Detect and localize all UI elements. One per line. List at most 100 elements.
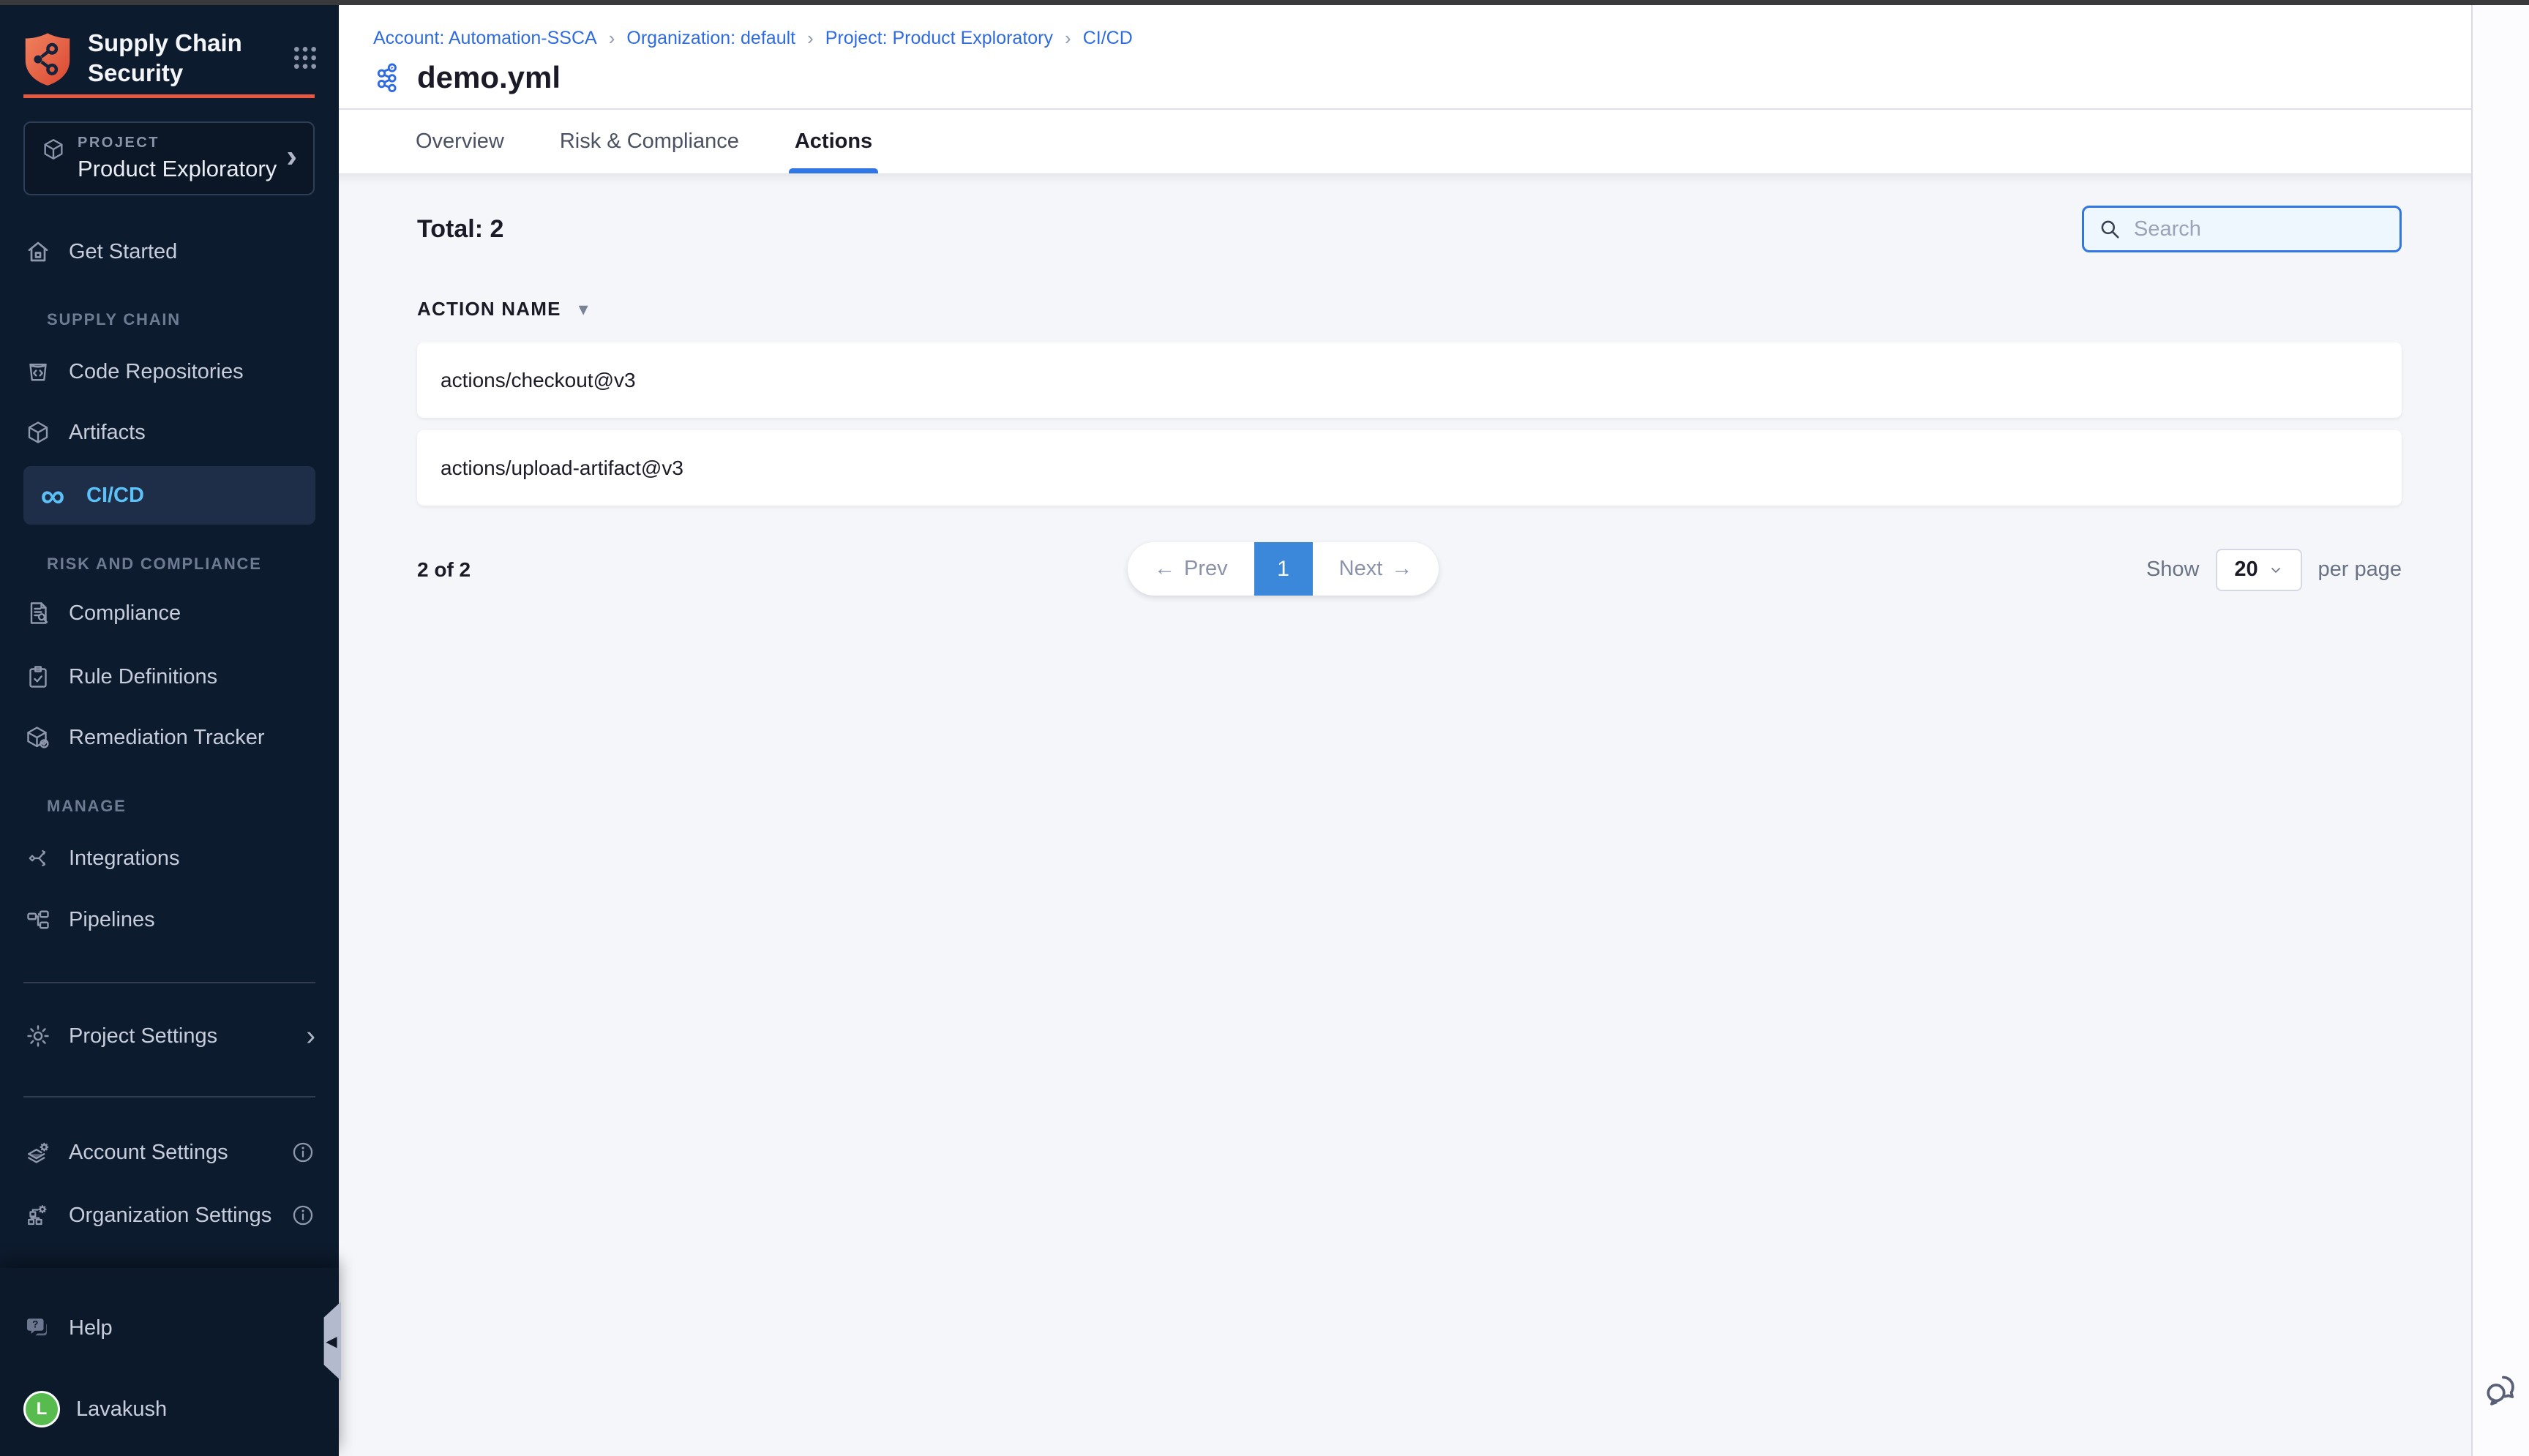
clipboard-check-icon xyxy=(23,662,53,691)
cube-check-icon xyxy=(23,723,53,752)
sidebar-item-rule-definitions[interactable]: Rule Definitions xyxy=(23,659,315,694)
layers-gear-icon xyxy=(23,1138,53,1167)
sidebar-item-label: Integrations xyxy=(69,847,180,871)
user-name: Lavakush xyxy=(76,1397,167,1422)
project-selector-text: PROJECT Product Exploratory xyxy=(78,135,286,182)
project-label: PROJECT xyxy=(78,135,286,151)
page-size-select[interactable]: 20 xyxy=(2216,549,2302,591)
sidebar-divider xyxy=(23,1096,315,1097)
sort-desc-icon[interactable]: ▾ xyxy=(579,298,588,320)
title-row: demo.yml xyxy=(373,60,2471,95)
tab-overview[interactable]: Overview xyxy=(416,110,504,173)
actions-panel: Total: 2 ACTION NAME ▾ actions/checkout@… xyxy=(339,173,2471,1456)
breadcrumb-separator: › xyxy=(807,27,814,50)
chat-support-icon[interactable] xyxy=(2481,1370,2522,1411)
total-count: Total: 2 xyxy=(417,215,503,244)
help-chat-icon: ? xyxy=(23,1314,53,1342)
chevron-down-icon xyxy=(2268,563,2283,577)
active-tab-underline xyxy=(789,168,878,173)
sidebar-item-integrations[interactable]: Integrations xyxy=(23,841,315,876)
prev-page-button[interactable]: ← Prev xyxy=(1128,542,1254,596)
tab-bar: Overview Risk & Compliance Actions xyxy=(339,110,2471,173)
infinity-icon: ∞ xyxy=(35,481,70,510)
project-cube-icon xyxy=(41,137,66,162)
module-grid-icon[interactable] xyxy=(291,43,320,72)
sidebar-footer: ? Help L Lavakush xyxy=(0,1268,339,1456)
per-page-label: per page xyxy=(2318,558,2402,582)
info-icon[interactable] xyxy=(291,1140,315,1165)
app-title-line2: Security xyxy=(88,58,291,88)
code-repository-icon xyxy=(23,357,53,386)
actions-table: actions/checkout@v3 actions/upload-artif… xyxy=(417,342,2402,506)
page-title: demo.yml xyxy=(417,60,561,95)
project-selector[interactable]: PROJECT Product Exploratory › xyxy=(23,121,315,195)
sidebar-item-label: Project Settings xyxy=(69,1024,217,1048)
sidebar-item-label: Remediation Tracker xyxy=(69,726,265,750)
tab-actions[interactable]: Actions xyxy=(795,110,872,173)
window-top-strip xyxy=(0,0,2529,5)
app-window: Supply Chain Security PROJECT Product Ex… xyxy=(0,0,2529,1456)
prev-label: Prev xyxy=(1184,557,1228,581)
document-search-icon xyxy=(23,598,53,628)
table-row[interactable]: actions/upload-artifact@v3 xyxy=(417,430,2402,506)
breadcrumb-project[interactable]: Project: Product Exploratory xyxy=(825,28,1053,49)
arrow-left-icon: ← xyxy=(1154,557,1175,581)
search-icon xyxy=(2097,217,2122,241)
sidebar-divider xyxy=(23,982,315,983)
help-button[interactable]: ? Help xyxy=(23,1310,315,1346)
section-title-risk-and-compliance: RISK AND COMPLIANCE xyxy=(47,555,262,574)
sidebar-item-label: Compliance xyxy=(69,601,181,626)
sidebar-item-artifacts[interactable]: Artifacts xyxy=(23,415,315,450)
section-title-manage: MANAGE xyxy=(47,797,127,816)
search-input[interactable] xyxy=(2134,217,2410,241)
project-name: Product Exploratory xyxy=(78,156,286,182)
page-header: Account: Automation-SSCA › Organization:… xyxy=(339,5,2471,110)
sidebar-item-label: Code Repositories xyxy=(69,360,244,384)
app-title-line1: Supply Chain xyxy=(88,28,291,58)
user-menu[interactable]: L Lavakush xyxy=(23,1392,315,1427)
sidebar-item-project-settings[interactable]: Project Settings › xyxy=(23,1018,315,1054)
page-1-button[interactable]: 1 xyxy=(1254,542,1313,596)
breadcrumb-account[interactable]: Account: Automation-SSCA xyxy=(373,28,597,49)
home-icon xyxy=(23,237,53,266)
cube-icon xyxy=(23,418,53,447)
pipeline-file-icon xyxy=(373,61,407,94)
column-header-action-name: ACTION NAME xyxy=(417,298,561,320)
brand-underline xyxy=(23,94,315,98)
svg-text:?: ? xyxy=(32,1319,38,1330)
sidebar-item-cicd[interactable]: ∞ CI/CD xyxy=(23,466,315,525)
gear-icon xyxy=(23,1021,53,1051)
main-content: Account: Automation-SSCA › Organization:… xyxy=(339,5,2471,1456)
page-size-control: Show 20 per page xyxy=(2146,549,2402,591)
sidebar: Supply Chain Security PROJECT Product Ex… xyxy=(0,0,339,1456)
table-row[interactable]: actions/checkout@v3 xyxy=(417,342,2402,418)
breadcrumb: Account: Automation-SSCA › Organization:… xyxy=(373,27,2471,50)
breadcrumb-organization[interactable]: Organization: default xyxy=(626,28,795,49)
pager: ← Prev 1 Next → xyxy=(1128,542,1439,596)
toolbar: Total: 2 xyxy=(417,206,2402,252)
pipelines-icon xyxy=(23,905,53,934)
sidebar-item-account-settings[interactable]: Account Settings xyxy=(23,1135,315,1170)
integrations-icon xyxy=(23,844,53,873)
right-rail xyxy=(2471,5,2529,1456)
sidebar-item-code-repositories[interactable]: Code Repositories xyxy=(23,354,315,389)
show-label: Show xyxy=(2146,558,2200,582)
tab-label: Overview xyxy=(416,130,504,154)
breadcrumb-cicd[interactable]: CI/CD xyxy=(1083,28,1133,49)
sidebar-item-get-started[interactable]: Get Started xyxy=(23,234,315,269)
sidebar-item-label: Account Settings xyxy=(69,1141,228,1165)
next-page-button[interactable]: Next → xyxy=(1313,542,1439,596)
breadcrumb-separator: › xyxy=(609,27,615,50)
sidebar-item-pipelines[interactable]: Pipelines xyxy=(23,902,315,937)
app-title: Supply Chain Security xyxy=(88,28,291,88)
sidebar-item-label: Pipelines xyxy=(69,908,155,932)
sidebar-item-remediation-tracker[interactable]: Remediation Tracker xyxy=(23,720,315,755)
pagination-range: 2 of 2 xyxy=(417,558,471,582)
collapse-left-icon: ◀ xyxy=(326,1332,337,1351)
sidebar-item-compliance[interactable]: Compliance xyxy=(23,596,315,631)
info-icon[interactable] xyxy=(291,1203,315,1228)
table-header: ACTION NAME ▾ xyxy=(417,298,2402,320)
avatar: L xyxy=(23,1391,60,1427)
tab-risk-and-compliance[interactable]: Risk & Compliance xyxy=(560,110,739,173)
sidebar-item-organization-settings[interactable]: Organization Settings xyxy=(23,1198,315,1233)
